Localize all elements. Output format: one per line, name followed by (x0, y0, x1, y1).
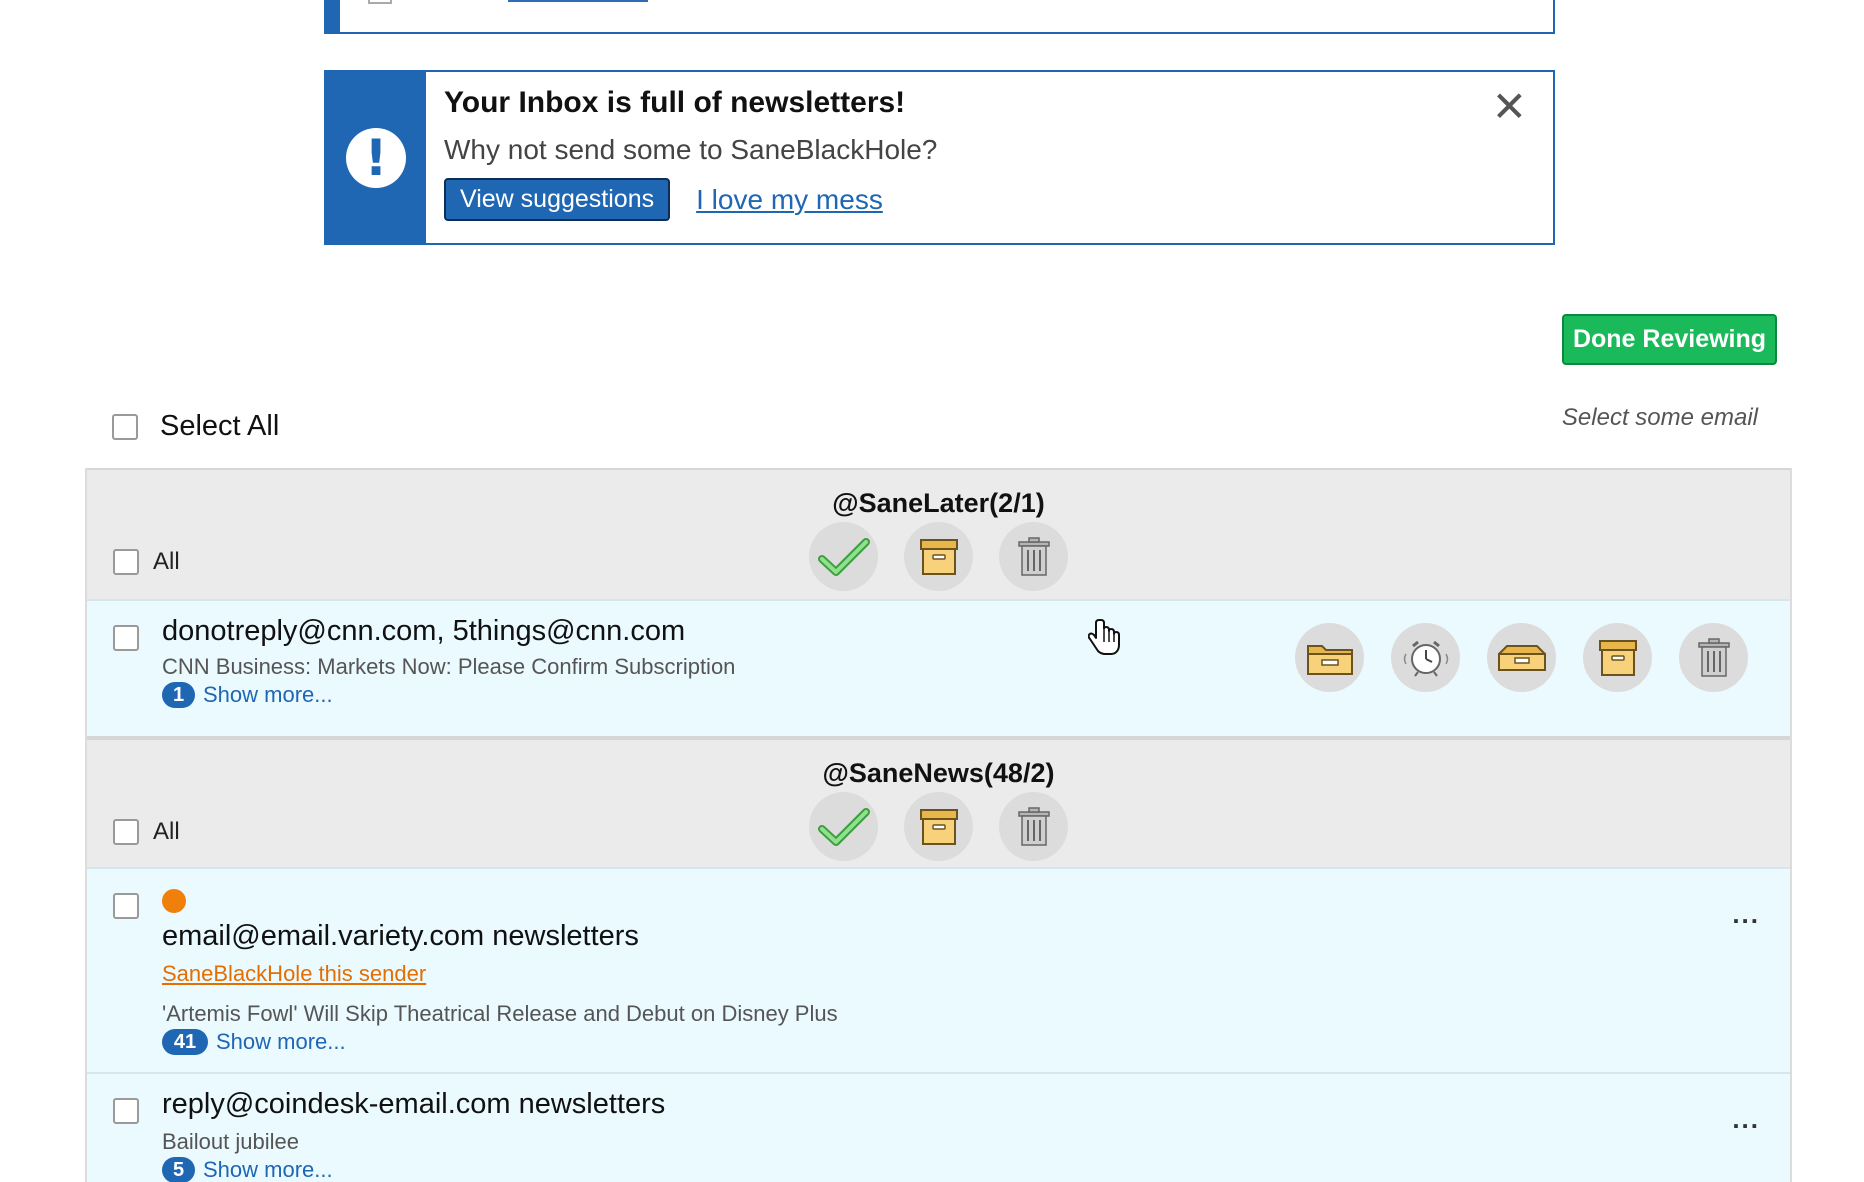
group-actions (809, 522, 1068, 591)
trash-icon (1017, 536, 1050, 576)
view-suggestions-button[interactable]: View suggestions (444, 178, 671, 221)
calendar-icon (368, 0, 392, 4)
group-all-label: All (153, 818, 180, 845)
move-to-inbox-button[interactable] (1487, 623, 1556, 692)
email-row[interactable]: reply@coindesk-email.com newsletters Bai… (87, 1072, 1790, 1182)
banner-actions: View suggestions I love my mess (444, 178, 1553, 221)
select-all-row: Select All (112, 410, 279, 443)
check-icon (817, 807, 870, 846)
group-select-all: All (113, 818, 180, 846)
group-select-all: All (113, 548, 180, 576)
unread-indicator (162, 889, 186, 913)
email-sender: donotreply@cnn.com, 5things@cnn.com (162, 615, 686, 647)
email-content: donotreply@cnn.com, 5things@cnn.com CNN … (162, 615, 735, 708)
group-all-label: All (153, 548, 180, 575)
group-title: @SaneNews(48/2) (822, 758, 1055, 788)
alert-icon: ! (346, 127, 406, 188)
move-to-folder-button[interactable] (1295, 623, 1364, 692)
approve-group-button[interactable] (809, 792, 878, 861)
trash-icon (1697, 637, 1730, 677)
show-more-link[interactable]: 1 Show more... (162, 682, 735, 708)
banner-title: Your Inbox is full of newsletters! (444, 86, 906, 119)
email-row[interactable]: donotreply@cnn.com, 5things@cnn.com CNN … (87, 599, 1790, 736)
archive-email-button[interactable] (1583, 623, 1652, 692)
count-badge: 1 (162, 682, 195, 708)
hand-cursor-icon (1088, 619, 1120, 655)
previous-banner-link[interactable] (508, 0, 648, 2)
email-subject: 'Artemis Fowl' Will Skip Theatrical Rele… (162, 1001, 838, 1026)
archive-group-button[interactable] (904, 522, 973, 591)
banner-body: Your Inbox is full of newsletters! Why n… (426, 72, 1553, 243)
banner-subtitle: Why not send some to SaneBlackHole? (444, 134, 938, 165)
email-sender: email@email.variety.com newsletters (162, 920, 639, 952)
email-checkbox[interactable] (113, 1098, 139, 1124)
trash-group-button[interactable] (999, 792, 1068, 861)
show-more-link[interactable]: 41 Show more... (162, 1029, 838, 1055)
show-more-label: Show more... (203, 1157, 333, 1182)
group-title: @SaneLater(2/1) (832, 488, 1045, 518)
email-content: email@email.variety.com newsletters Sane… (162, 889, 838, 1055)
email-content: reply@coindesk-email.com newsletters Bai… (162, 1088, 665, 1182)
folder-icon (1306, 644, 1353, 675)
group-header-sanelater: @SaneLater(2/1) All (87, 468, 1790, 599)
archive-box-icon (919, 538, 958, 575)
approve-group-button[interactable] (809, 522, 878, 591)
group-all-checkbox[interactable] (113, 549, 139, 575)
more-icon[interactable]: ... (1732, 899, 1760, 930)
more-icon[interactable]: ... (1732, 1104, 1760, 1135)
email-checkbox[interactable] (113, 625, 139, 651)
done-reviewing-button[interactable]: Done Reviewing (1562, 314, 1777, 365)
group-actions (809, 792, 1068, 861)
show-more-label: Show more... (216, 1029, 346, 1054)
alarm-clock-icon (1403, 640, 1448, 677)
close-icon[interactable]: ✕ (1492, 86, 1527, 128)
select-hint: Select some email (1561, 404, 1758, 431)
newsletter-banner: ! Your Inbox is full of newsletters! Why… (324, 70, 1555, 245)
previous-banner-accent (326, 0, 340, 32)
email-subject: Bailout jubilee (162, 1129, 299, 1154)
show-more-link[interactable]: 5 Show more... (162, 1157, 665, 1182)
snooze-button[interactable] (1391, 623, 1460, 692)
saneblackhole-sender-link[interactable]: SaneBlackHole this sender (162, 961, 838, 987)
email-subject: CNN Business: Markets Now: Please Confir… (162, 654, 736, 679)
group-all-checkbox[interactable] (113, 819, 139, 845)
check-icon (817, 537, 870, 576)
trash-group-button[interactable] (999, 522, 1068, 591)
archive-box-icon (919, 808, 958, 845)
archive-box-icon (1598, 639, 1637, 676)
love-my-mess-link[interactable]: I love my mess (696, 184, 883, 216)
archive-group-button[interactable] (904, 792, 973, 861)
previous-banner-card (324, 0, 1555, 34)
inbox-tray-icon (1497, 644, 1546, 671)
email-list: @SaneLater(2/1) All donotreply@cnn.com, … (85, 468, 1792, 1182)
email-checkbox[interactable] (113, 893, 139, 919)
select-all-label: Select All (160, 410, 280, 442)
count-badge: 41 (162, 1029, 208, 1055)
delete-email-button[interactable] (1679, 623, 1748, 692)
group-header-sanenews: @SaneNews(48/2) All (87, 736, 1790, 867)
email-row[interactable]: email@email.variety.com newsletters Sane… (87, 867, 1790, 1072)
trash-icon (1017, 806, 1050, 846)
select-all-checkbox[interactable] (112, 413, 138, 440)
email-sender: reply@coindesk-email.com newsletters (162, 1088, 666, 1120)
show-more-label: Show more... (203, 682, 333, 707)
count-badge: 5 (162, 1157, 195, 1182)
banner-accent: ! (326, 72, 426, 243)
email-actions (1295, 623, 1748, 692)
